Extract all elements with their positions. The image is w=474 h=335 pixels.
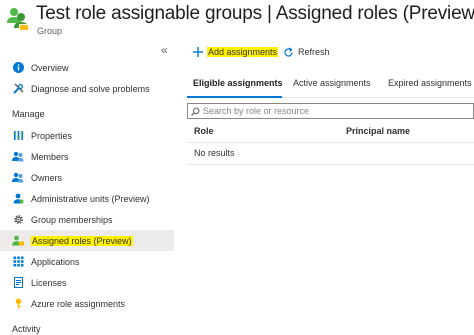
applications-icon <box>12 256 24 268</box>
sidebar-item-azure-role-assignments[interactable]: Azure role assignments <box>0 293 174 314</box>
grid-header: Role Principal name <box>187 122 474 143</box>
sidebar-item-diagnose[interactable]: Diagnose and solve problems <box>0 78 174 99</box>
licenses-icon <box>12 277 24 289</box>
sidebar-item-label: Members <box>31 151 69 162</box>
column-header-role[interactable]: Role <box>194 126 214 136</box>
sidebar-item-label: Diagnose and solve problems <box>31 83 150 94</box>
sidebar-item-label: Applications <box>31 256 80 267</box>
refresh-icon <box>283 47 294 58</box>
gear-icon <box>12 214 24 226</box>
search-icon <box>191 107 200 116</box>
refresh-button[interactable]: Refresh <box>283 44 330 60</box>
add-assignments-label: Add assignments <box>207 47 279 57</box>
sidebar-item-overview[interactable]: Overview <box>0 57 174 78</box>
assigned-roles-icon <box>12 235 24 247</box>
sidebar-item-licenses[interactable]: Licenses <box>0 272 174 293</box>
add-assignments-button[interactable]: Add assignments <box>193 44 279 60</box>
page-title: Test role assignable groups | Assigned r… <box>36 3 474 24</box>
collapse-sidebar-button[interactable]: « <box>161 43 168 57</box>
section-activity: Activity <box>12 324 41 334</box>
group-icon <box>6 6 30 32</box>
properties-icon <box>12 130 24 142</box>
sidebar-item-assigned-roles[interactable]: Assigned roles (Preview) <box>0 230 174 251</box>
sidebar-item-applications[interactable]: Applications <box>0 251 174 272</box>
wrench-icon <box>12 83 24 95</box>
members-icon <box>12 151 24 163</box>
column-header-principal-name[interactable]: Principal name <box>346 126 410 136</box>
sidebar-item-label: Licenses <box>31 277 67 288</box>
main-content: Add assignments Refresh Eligible assignm… <box>187 40 474 335</box>
admin-units-icon <box>12 193 24 205</box>
search-input[interactable] <box>203 106 473 116</box>
tab-active-assignments[interactable]: Active assignments <box>293 78 371 88</box>
sidebar-item-members[interactable]: Members <box>0 146 174 167</box>
sidebar-item-label: Properties <box>31 130 73 141</box>
sidebar: « Overview Diagnose and solve problems M… <box>0 40 176 335</box>
plus-icon <box>193 47 203 57</box>
sidebar-item-label: Group memberships <box>31 214 113 225</box>
refresh-label: Refresh <box>298 47 330 57</box>
sidebar-item-label: Administrative units (Preview) <box>31 193 150 204</box>
search-box <box>187 103 474 119</box>
assignment-tabs: Eligible assignments Active assignments … <box>187 70 474 98</box>
section-manage: Manage <box>12 109 45 119</box>
page-subtitle: Group <box>37 26 63 36</box>
sidebar-item-label: Owners <box>31 172 63 183</box>
sidebar-item-label: Assigned roles (Preview) <box>31 235 133 246</box>
info-icon <box>12 62 24 74</box>
sidebar-item-label: Overview <box>31 62 69 73</box>
sidebar-item-label: Azure role assignments <box>31 298 126 309</box>
sidebar-item-group-memberships[interactable]: Group memberships <box>0 209 174 230</box>
row-divider <box>187 164 474 165</box>
active-tab-indicator <box>187 96 282 98</box>
page-header: Test role assignable groups | Assigned r… <box>0 0 474 40</box>
sidebar-item-owners[interactable]: Owners <box>0 167 174 188</box>
key-icon <box>12 298 24 310</box>
sidebar-item-administrative-units[interactable]: Administrative units (Preview) <box>0 188 174 209</box>
sidebar-item-properties[interactable]: Properties <box>0 125 174 146</box>
empty-state-text: No results <box>194 148 235 158</box>
tab-expired-assignments[interactable]: Expired assignments <box>388 78 472 88</box>
tab-eligible-assignments[interactable]: Eligible assignments <box>193 78 283 88</box>
owners-icon <box>12 172 24 184</box>
